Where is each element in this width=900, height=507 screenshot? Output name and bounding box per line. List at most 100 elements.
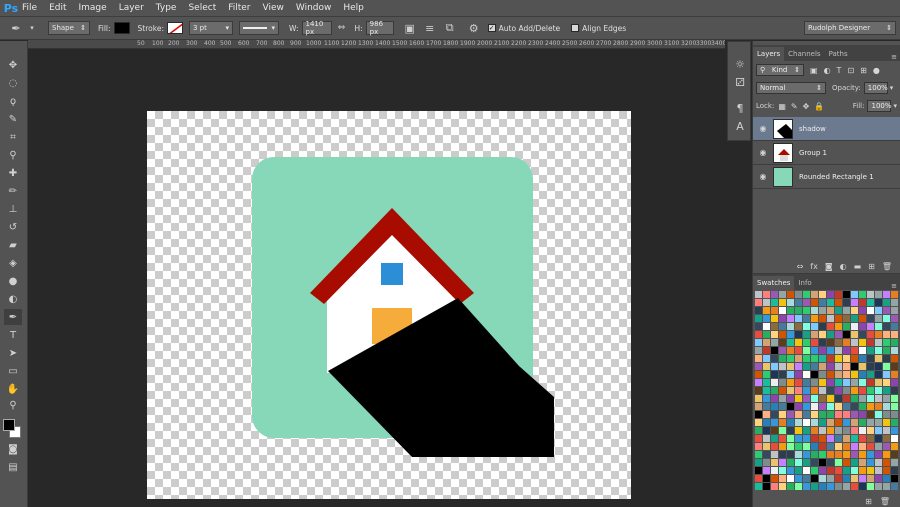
- paragraph-icon[interactable]: ¶: [732, 100, 748, 116]
- color-swatch[interactable]: [891, 395, 898, 402]
- color-swatch[interactable]: [811, 355, 818, 362]
- color-swatch[interactable]: [843, 355, 850, 362]
- color-swatch[interactable]: [755, 371, 762, 378]
- color-swatch[interactable]: [771, 427, 778, 434]
- color-swatch[interactable]: [795, 387, 802, 394]
- color-swatch[interactable]: [827, 435, 834, 442]
- color-swatch[interactable]: [787, 451, 794, 458]
- color-swatch[interactable]: [875, 379, 882, 386]
- color-swatch[interactable]: [851, 395, 858, 402]
- filter-adjustment-icon[interactable]: ◐: [824, 66, 831, 75]
- color-swatch[interactable]: [827, 395, 834, 402]
- color-swatch[interactable]: [867, 459, 874, 466]
- color-swatch[interactable]: [787, 459, 794, 466]
- color-swatch[interactable]: [891, 331, 898, 338]
- color-swatch[interactable]: [755, 363, 762, 370]
- color-swatch[interactable]: [891, 379, 898, 386]
- color-swatch[interactable]: [811, 419, 818, 426]
- color-swatch[interactable]: [843, 443, 850, 450]
- color-swatch[interactable]: [771, 307, 778, 314]
- color-swatch[interactable]: [763, 307, 770, 314]
- color-swatch[interactable]: [883, 387, 890, 394]
- color-swatch[interactable]: [851, 435, 858, 442]
- color-swatch[interactable]: [851, 419, 858, 426]
- color-swatch[interactable]: [827, 443, 834, 450]
- color-swatch[interactable]: [787, 419, 794, 426]
- layer-row-shadow[interactable]: ◉ shadow: [753, 117, 900, 141]
- color-swatch[interactable]: [803, 299, 810, 306]
- color-swatch[interactable]: [763, 299, 770, 306]
- color-swatch[interactable]: [835, 411, 842, 418]
- color-swatch[interactable]: [859, 347, 866, 354]
- color-swatch[interactable]: [891, 299, 898, 306]
- color-swatch[interactable]: [827, 347, 834, 354]
- color-swatch[interactable]: [803, 315, 810, 322]
- color-swatch[interactable]: [803, 307, 810, 314]
- color-swatch[interactable]: [787, 475, 794, 482]
- color-swatch[interactable]: [763, 475, 770, 482]
- character-icon[interactable]: A: [732, 118, 748, 134]
- color-swatch[interactable]: [763, 427, 770, 434]
- color-swatch[interactable]: [795, 427, 802, 434]
- auto-add-delete-checkbox[interactable]: ✓: [487, 24, 496, 32]
- color-swatch[interactable]: [763, 363, 770, 370]
- color-swatch[interactable]: [867, 435, 874, 442]
- color-swatch[interactable]: [835, 435, 842, 442]
- menu-window[interactable]: Window: [296, 3, 332, 13]
- color-swatch[interactable]: [875, 483, 882, 490]
- color-swatch[interactable]: [755, 451, 762, 458]
- color-swatch[interactable]: [779, 291, 786, 298]
- color-swatch[interactable]: [755, 403, 762, 410]
- menu-edit[interactable]: Edit: [49, 3, 66, 13]
- color-swatch[interactable]: [787, 443, 794, 450]
- color-swatch[interactable]: [819, 371, 826, 378]
- color-swatch[interactable]: [835, 323, 842, 330]
- color-swatch[interactable]: [867, 315, 874, 322]
- pen-tool-icon[interactable]: ✒: [4, 309, 22, 325]
- color-swatch[interactable]: [771, 475, 778, 482]
- color-swatch[interactable]: [835, 315, 842, 322]
- color-swatch[interactable]: [835, 347, 842, 354]
- color-swatch[interactable]: [811, 483, 818, 490]
- color-swatch[interactable]: [859, 467, 866, 474]
- history-brush-tool-icon[interactable]: ↺: [4, 219, 22, 235]
- color-swatch[interactable]: [851, 475, 858, 482]
- color-swatch[interactable]: [803, 371, 810, 378]
- brush-tool-icon[interactable]: ✏: [4, 183, 22, 199]
- color-swatch[interactable]: [795, 371, 802, 378]
- color-swatch[interactable]: [787, 323, 794, 330]
- color-swatch[interactable]: [867, 403, 874, 410]
- color-swatch[interactable]: [795, 451, 802, 458]
- color-swatch[interactable]: [851, 451, 858, 458]
- color-swatch[interactable]: [819, 307, 826, 314]
- lock-transparent-icon[interactable]: ▦: [778, 102, 786, 111]
- tab-layers[interactable]: Layers: [753, 47, 785, 61]
- color-swatch[interactable]: [843, 387, 850, 394]
- color-swatch[interactable]: [867, 339, 874, 346]
- color-swatch[interactable]: [787, 371, 794, 378]
- color-swatch[interactable]: [883, 339, 890, 346]
- color-swatch[interactable]: [859, 355, 866, 362]
- color-swatch[interactable]: [771, 411, 778, 418]
- color-swatch[interactable]: [827, 315, 834, 322]
- color-swatch[interactable]: [763, 387, 770, 394]
- color-swatch[interactable]: [875, 459, 882, 466]
- color-swatch[interactable]: [835, 395, 842, 402]
- color-swatch[interactable]: [779, 363, 786, 370]
- color-swatch[interactable]: [811, 475, 818, 482]
- color-swatch[interactable]: [779, 355, 786, 362]
- color-swatch[interactable]: [859, 331, 866, 338]
- color-swatch[interactable]: [755, 291, 762, 298]
- color-swatch[interactable]: [787, 387, 794, 394]
- color-swatch[interactable]: [787, 307, 794, 314]
- path-selection-tool-icon[interactable]: ➤: [4, 345, 22, 361]
- color-swatch[interactable]: [763, 467, 770, 474]
- color-swatch[interactable]: [779, 315, 786, 322]
- color-swatch[interactable]: [851, 371, 858, 378]
- color-swatch[interactable]: [843, 483, 850, 490]
- color-swatch[interactable]: [875, 315, 882, 322]
- blend-mode-select[interactable]: Normal ⇕: [756, 82, 826, 94]
- visibility-eye-icon[interactable]: ◉: [753, 172, 773, 181]
- color-swatch[interactable]: [827, 411, 834, 418]
- color-swatch[interactable]: [811, 443, 818, 450]
